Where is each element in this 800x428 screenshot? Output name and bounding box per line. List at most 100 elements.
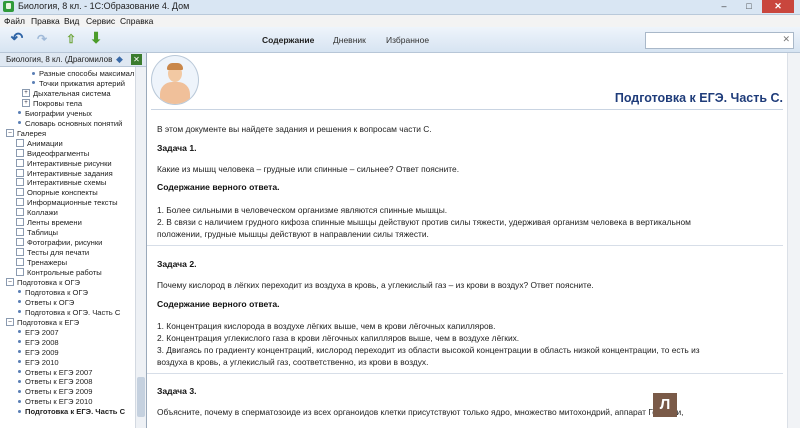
tab-favorites[interactable]: Избранное: [386, 35, 429, 45]
tree-item[interactable]: Информационные тексты: [16, 198, 118, 208]
page-title: Подготовка к ЕГЭ. Часть С.: [614, 91, 783, 105]
tree-item[interactable]: Интерактивные задания: [16, 168, 113, 179]
sidebar-scrollbar[interactable]: [135, 67, 146, 428]
bullet-icon: [18, 111, 21, 115]
divider: [147, 245, 783, 246]
pin-icon[interactable]: ◆: [116, 53, 123, 66]
menu-help[interactable]: Справка: [120, 16, 153, 26]
tree-item[interactable]: Контрольные работы: [16, 268, 102, 278]
tree-item[interactable]: ЕГЭ 2007: [16, 328, 59, 338]
tree-item[interactable]: Опорные конспекты: [16, 188, 98, 198]
tree-item[interactable]: Биографии ученых: [16, 109, 92, 119]
collapse-icon[interactable]: –: [6, 317, 14, 326]
up-arrow-icon[interactable]: ⇧: [62, 30, 80, 48]
tree-item[interactable]: Подготовка к ОГЭ. Часть С: [16, 308, 120, 318]
page-icon: [16, 208, 24, 217]
bullet-icon: [18, 350, 21, 354]
bullet-icon: [18, 340, 21, 344]
tree-item-label: Ленты времени: [27, 218, 82, 228]
search-input[interactable]: [646, 33, 780, 46]
tree-item[interactable]: Ленты времени: [16, 218, 82, 228]
tree-item[interactable]: Анимации: [16, 138, 63, 149]
tree-item[interactable]: ЕГЭ 2009: [16, 348, 59, 358]
tree-item-label: Видеофрагменты: [27, 148, 90, 158]
menu-edit[interactable]: Правка: [31, 16, 60, 26]
page-icon: [16, 198, 24, 207]
tree-item[interactable]: – Галерея: [6, 128, 47, 139]
maximize-button[interactable]: □: [737, 0, 761, 13]
tree-item[interactable]: Таблицы: [16, 228, 58, 238]
close-button[interactable]: ✕: [762, 0, 794, 13]
tree-item[interactable]: + Покровы тела: [22, 98, 83, 109]
tree-item-label: Коллажи: [27, 208, 58, 218]
tree-item[interactable]: Тренажеры: [16, 258, 67, 268]
collapse-icon[interactable]: –: [6, 128, 14, 137]
tree-item-label: Интерактивные схемы: [27, 178, 107, 188]
tree-item[interactable]: ЕГЭ 2008: [16, 338, 59, 348]
tree-item[interactable]: + Дыхательная система: [22, 88, 111, 99]
down-arrow-icon[interactable]: ⬇: [87, 30, 105, 48]
tree-item-label: Тренажеры: [27, 258, 68, 268]
tree-item[interactable]: Ответы к ЕГЭ 2009: [16, 387, 92, 397]
bullet-icon: [18, 360, 21, 364]
document-scrollbar[interactable]: [787, 53, 800, 428]
tree-item-label: Подготовка к ОГЭ: [25, 287, 88, 297]
expand-icon[interactable]: +: [22, 88, 30, 97]
expand-icon[interactable]: +: [22, 98, 30, 107]
forward-arrow-icon[interactable]: ↷: [33, 30, 51, 48]
tree-item-label: Подготовка к ОГЭ. Часть С: [25, 307, 121, 317]
tree-item-label: Подготовка к ЕГЭ: [17, 317, 80, 327]
page-icon: [16, 218, 24, 227]
tree-item[interactable]: – Подготовка к ОГЭ: [6, 277, 80, 288]
back-arrow-icon[interactable]: ↶: [8, 30, 26, 48]
menu-view[interactable]: Вид: [64, 16, 79, 26]
tree-item[interactable]: Разные способы максимал: [30, 69, 134, 79]
answer-line: 3. Двигаясь по градиенту концентраций, к…: [157, 345, 700, 355]
tree-item[interactable]: Подготовка к ОГЭ: [16, 288, 88, 298]
tree-item[interactable]: Словарь основных понятий: [16, 119, 122, 129]
menu-file[interactable]: Файл: [4, 16, 25, 26]
title-bar: Биология, 8 кл. - 1С:Образование 4. Дом …: [0, 0, 800, 15]
tree-item[interactable]: Точки прижатия артерий: [30, 79, 125, 89]
tree-item-label: Точки прижатия артерий: [39, 78, 125, 88]
page-icon: [16, 188, 24, 197]
sidebar-close-icon[interactable]: ✕: [131, 54, 142, 65]
sidebar-scroll-thumb[interactable]: [137, 377, 145, 417]
document-view: Подготовка к ЕГЭ. Часть С. В этом докуме…: [147, 53, 800, 428]
tree-item[interactable]: Тесты для печати: [16, 248, 89, 258]
tree-item[interactable]: Ответы к ЕГЭ 2008: [16, 377, 92, 387]
tree-item[interactable]: Видеофрагменты: [16, 148, 90, 159]
tree-item[interactable]: Ответы к ЕГЭ 2007: [16, 368, 92, 378]
task-heading: Задача 2.: [157, 259, 197, 269]
tab-diary[interactable]: Дневник: [333, 35, 366, 45]
answer-heading: Содержание верного ответа.: [157, 182, 280, 192]
tree-item[interactable]: Ответы к ОГЭ: [16, 298, 74, 308]
tree-item[interactable]: – Подготовка к ЕГЭ: [6, 317, 80, 328]
tree-item-label: Ответы к ЕГЭ 2009: [25, 387, 93, 397]
tab-contents[interactable]: Содержание: [262, 35, 314, 45]
tree-item-label: Покровы тела: [33, 98, 83, 108]
tree-item[interactable]: Интерактивные схемы: [16, 178, 106, 188]
tree-item[interactable]: Ответы к ЕГЭ 2010: [16, 397, 92, 407]
answer-line: 1. Более сильными в человеческом организ…: [157, 205, 448, 215]
task-question: Какие из мышц человека – грудные или спи…: [157, 164, 460, 174]
menu-tools[interactable]: Сервис: [86, 16, 115, 26]
bullet-icon: [18, 389, 21, 393]
tree-item[interactable]: Подготовка к ЕГЭ. Часть С: [16, 407, 125, 417]
answer-line: положении, грудные мышцы действуют в нап…: [157, 229, 429, 239]
tree-item[interactable]: Коллажи: [16, 208, 58, 218]
tree-item-label: Интерактивные задания: [27, 168, 113, 178]
tree-item-label: Галерея: [17, 128, 47, 138]
contents-tree: Разные способы максимал Точки прижатия ар…: [0, 67, 134, 428]
menu-bar: Файл Правка Вид Сервис Справка: [0, 15, 800, 27]
sidebar-title: Биология, 8 кл. (Драгомилов: [6, 55, 113, 64]
tree-item-label: Таблицы: [27, 228, 59, 238]
tree-item[interactable]: Интерактивные рисунки: [16, 158, 112, 169]
bullet-icon: [18, 300, 21, 304]
tree-item[interactable]: Фотографии, рисунки: [16, 238, 102, 248]
collapse-icon[interactable]: –: [6, 277, 14, 286]
search-clear-icon[interactable]: ✕: [782, 34, 790, 45]
tree-item[interactable]: ЕГЭ 2010: [16, 358, 59, 368]
tree-item-label: Фотографии, рисунки: [27, 238, 103, 248]
minimize-button[interactable]: –: [712, 0, 736, 13]
